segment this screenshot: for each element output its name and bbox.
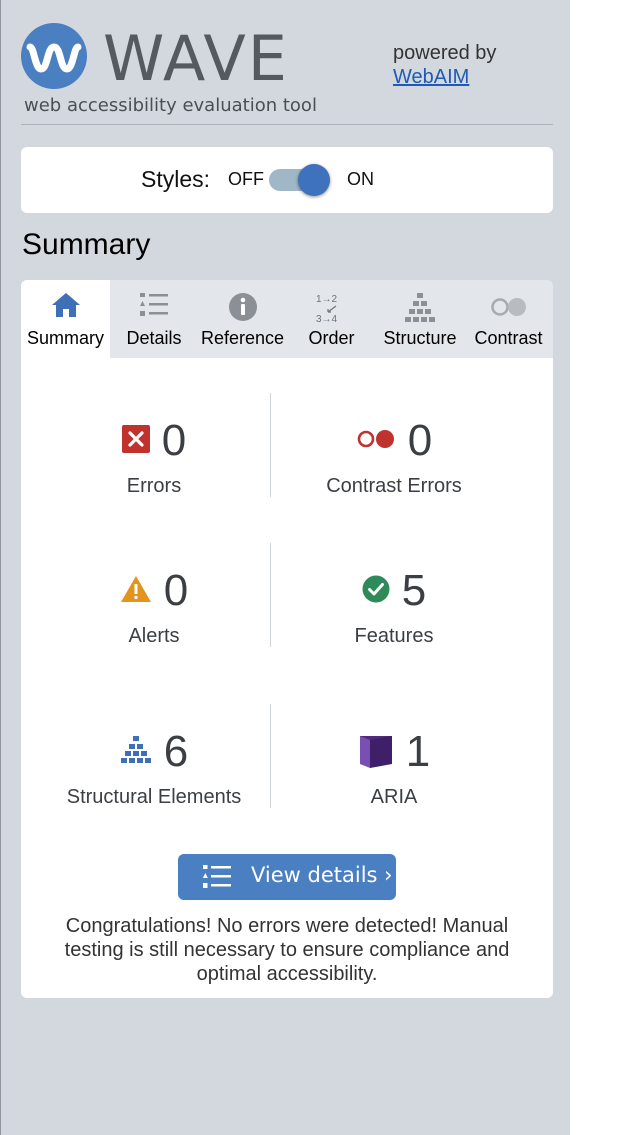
structure-icon: [120, 735, 152, 769]
tab-summary[interactable]: Summary: [21, 280, 110, 358]
tab-details[interactable]: Details: [110, 280, 198, 358]
structural-count: 6: [163, 727, 189, 776]
styles-off-label: OFF: [228, 169, 264, 189]
tab-summary-label: Summary: [26, 328, 104, 348]
alert-icon: [120, 575, 152, 608]
tab-structure[interactable]: Structure: [376, 280, 464, 358]
tab-order[interactable]: 1→2 3→4 Order: [287, 280, 376, 358]
stat-aria[interactable]: 1 ARIA: [261, 722, 527, 832]
styles-on-label: ON: [347, 169, 374, 189]
wave-sidebar: WAVE web accessibility evaluation tool p…: [0, 0, 570, 1135]
alerts-count: 0: [163, 566, 189, 615]
logo-tagline: web accessibility evaluation tool: [24, 95, 317, 116]
structure-icon: [404, 292, 436, 327]
list-icon: [139, 292, 169, 323]
view-details-button[interactable]: View details ›: [178, 854, 396, 900]
styles-toggle-panel: Styles: OFF ON: [21, 147, 553, 213]
svg-text:1→2: 1→2: [316, 294, 338, 305]
aria-count: 1: [405, 727, 431, 776]
tab-order-label: Order: [308, 328, 355, 348]
feature-icon: [362, 575, 390, 608]
contrast-icon: [489, 292, 529, 327]
wave-header: WAVE web accessibility evaluation tool p…: [21, 20, 553, 125]
contrast-errors-label: Contrast Errors: [326, 475, 462, 497]
tab-reference-label: Reference: [200, 328, 285, 348]
features-label: Features: [354, 625, 434, 647]
stat-errors[interactable]: 0 Errors: [21, 411, 287, 521]
order-icon: 1→2 3→4: [316, 292, 348, 329]
tab-reference[interactable]: Reference: [198, 280, 287, 358]
errors-count: 0: [161, 416, 187, 465]
features-count: 5: [401, 566, 427, 615]
tab-contrast[interactable]: Contrast: [464, 280, 553, 358]
aria-icon: [358, 732, 394, 773]
stat-features[interactable]: 5 Features: [261, 561, 527, 671]
powered-by-text: powered by: [393, 42, 497, 64]
stat-contrast-errors[interactable]: 0 Contrast Errors: [261, 411, 527, 521]
webaim-link[interactable]: WebAIM: [393, 65, 469, 89]
styles-label: Styles:: [141, 166, 211, 192]
contrast-errors-count: 0: [407, 416, 433, 465]
view-details-label: View details ›: [251, 863, 393, 887]
wave-logo-icon: [21, 23, 87, 89]
tab-bar: Summary Details Reference 1→2 3→4 Order …: [21, 280, 553, 358]
stat-alerts[interactable]: 0 Alerts: [21, 561, 287, 671]
home-icon: [51, 292, 81, 323]
logo-wordmark: WAVE: [103, 22, 289, 95]
stat-structural-elements[interactable]: 6 Structural Elements: [21, 722, 287, 832]
structural-label: Structural Elements: [66, 786, 242, 808]
errors-label: Errors: [126, 475, 182, 497]
svg-text:3→4: 3→4: [316, 314, 338, 324]
error-icon: [121, 424, 150, 458]
list-icon: [202, 864, 232, 895]
tab-structure-label: Structure: [383, 328, 457, 348]
summary-content: 0 Errors 0 Contrast Errors 0 Alerts 5 Fe…: [21, 358, 553, 998]
summary-message: Congratulations! No errors were detected…: [64, 915, 510, 985]
tab-contrast-label: Contrast: [474, 328, 543, 348]
styles-toggle-knob[interactable]: [298, 164, 330, 196]
info-icon: [228, 292, 258, 327]
panel-title: Summary: [22, 228, 151, 261]
tab-details-label: Details: [126, 328, 182, 348]
alerts-label: Alerts: [128, 625, 180, 647]
contrast-error-icon: [356, 427, 396, 456]
aria-label: ARIA: [370, 786, 418, 808]
